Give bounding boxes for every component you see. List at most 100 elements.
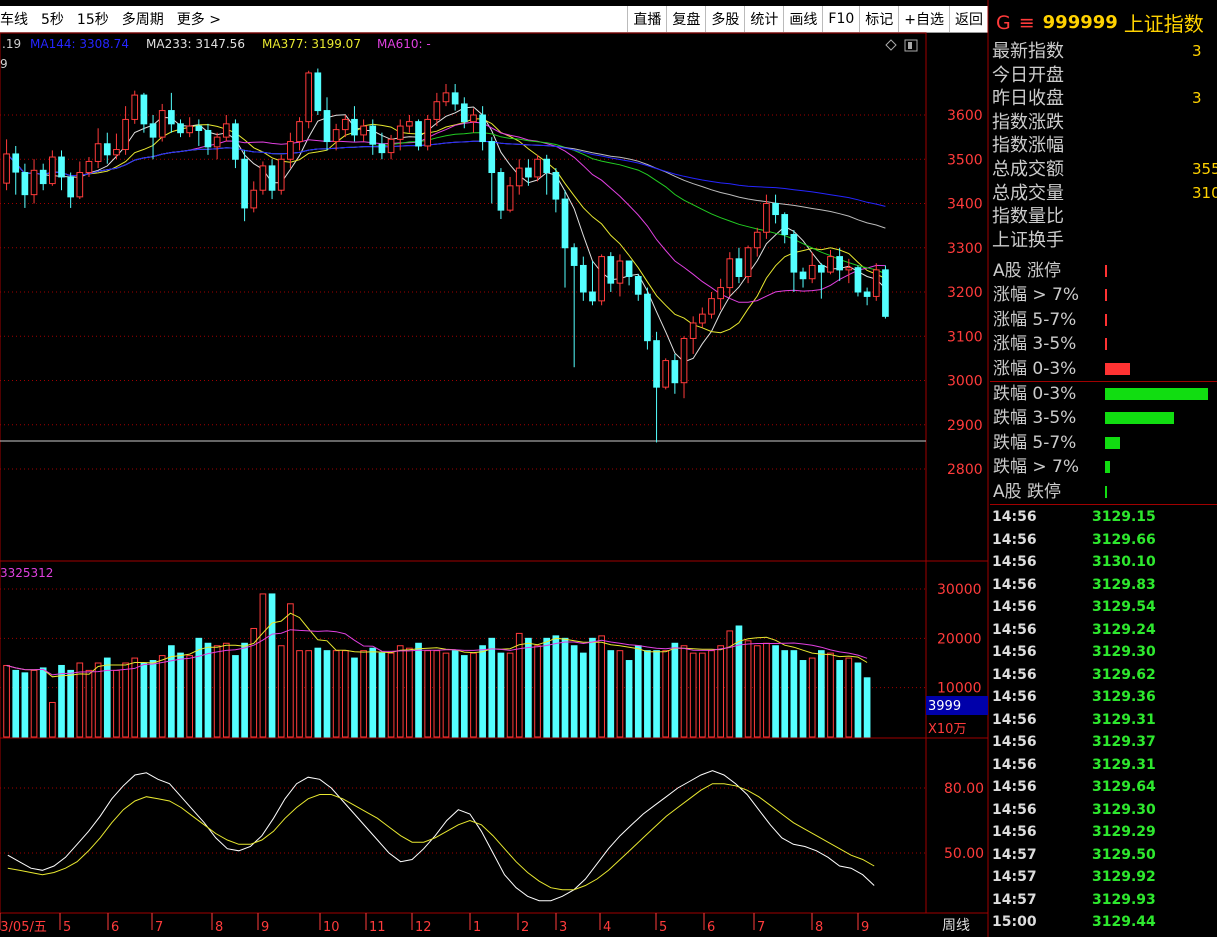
candle-body[interactable] — [863, 291, 871, 297]
candle-body[interactable] — [113, 149, 120, 156]
candle-body[interactable] — [277, 158, 285, 191]
candle-body[interactable] — [460, 103, 468, 123]
candle-body[interactable] — [268, 165, 276, 191]
volume-bar[interactable] — [506, 652, 514, 738]
candle-body[interactable] — [67, 176, 74, 198]
candle-body[interactable] — [222, 123, 230, 138]
volume-bar[interactable] — [39, 667, 47, 738]
candle-body[interactable] — [131, 94, 139, 120]
volume-bar[interactable] — [113, 669, 120, 738]
candle-body[interactable] — [726, 258, 734, 289]
volume-bar[interactable] — [131, 657, 139, 738]
volume-bar[interactable] — [460, 655, 468, 738]
candle-body[interactable] — [158, 110, 166, 138]
distribution-row[interactable]: A股 跌停 — [990, 480, 1217, 504]
candle-body[interactable] — [515, 167, 523, 187]
candle-body[interactable] — [314, 72, 322, 112]
volume-bar[interactable] — [168, 645, 175, 738]
volume-bar[interactable] — [222, 642, 230, 738]
volume-bar[interactable] — [433, 650, 441, 738]
volume-bar[interactable] — [781, 650, 789, 738]
distribution-row[interactable]: 跌幅 > 7% — [990, 455, 1217, 479]
candle-body[interactable] — [680, 337, 688, 384]
volume-bar[interactable] — [314, 647, 322, 738]
volume-bar[interactable] — [268, 593, 276, 738]
volume-bar[interactable] — [470, 652, 477, 738]
candle-body[interactable] — [149, 123, 157, 138]
volume-bar[interactable] — [49, 701, 56, 738]
volume-bar[interactable] — [85, 669, 93, 738]
candle-body[interactable] — [882, 269, 889, 317]
candle-body[interactable] — [799, 271, 807, 280]
candle-body[interactable] — [39, 169, 47, 185]
distribution-row[interactable]: 涨幅 0-3% — [990, 357, 1217, 381]
candle-body[interactable] — [58, 156, 65, 178]
candle-body[interactable] — [396, 125, 404, 140]
candle-body[interactable] — [204, 129, 212, 148]
volume-bar[interactable] — [323, 650, 331, 738]
volume-bar[interactable] — [30, 669, 38, 738]
volume-bar[interactable] — [360, 650, 367, 738]
candle-body[interactable] — [845, 267, 853, 271]
candle-body[interactable] — [698, 313, 706, 324]
volume-bar[interactable] — [67, 669, 74, 738]
volume-bar[interactable] — [744, 640, 752, 738]
candle-body[interactable] — [85, 160, 93, 174]
volume-bar[interactable] — [653, 650, 660, 738]
volume-bar[interactable] — [396, 645, 404, 738]
volume-bar[interactable] — [186, 655, 194, 738]
volume-bar[interactable] — [232, 655, 239, 738]
volume-bar[interactable] — [607, 650, 615, 738]
candle-body[interactable] — [790, 233, 798, 273]
candle-body[interactable] — [241, 158, 248, 209]
candle-body[interactable] — [579, 264, 587, 293]
volume-bar[interactable] — [21, 672, 29, 738]
candle-body[interactable] — [76, 172, 84, 198]
volume-bar[interactable] — [579, 652, 587, 738]
candle-body[interactable] — [296, 121, 303, 143]
volume-bar[interactable] — [818, 650, 825, 738]
volume-bar[interactable] — [479, 645, 486, 738]
volume-bar[interactable] — [552, 635, 560, 738]
volume-bar[interactable] — [497, 652, 505, 738]
volume-bar[interactable] — [378, 652, 386, 738]
volume-bar[interactable] — [836, 660, 843, 738]
volume-bar[interactable] — [543, 637, 551, 738]
candle-body[interactable] — [470, 114, 477, 123]
diamond-icon[interactable] — [885, 39, 897, 51]
volume-bar[interactable] — [634, 645, 642, 738]
volume-bar[interactable] — [799, 660, 807, 738]
candle-body[interactable] — [753, 231, 761, 249]
candle-body[interactable] — [323, 110, 331, 143]
candle-body[interactable] — [442, 92, 450, 103]
distribution-row[interactable]: 跌幅 3-5% — [990, 406, 1217, 430]
candle-body[interactable] — [424, 118, 432, 147]
candle-body[interactable] — [561, 198, 569, 249]
candle-body[interactable] — [506, 185, 514, 211]
candle-body[interactable] — [598, 256, 605, 302]
candle-body[interactable] — [854, 267, 862, 293]
volume-bar[interactable] — [698, 652, 706, 738]
volume-bar[interactable] — [277, 645, 285, 738]
candle-body[interactable] — [49, 156, 56, 185]
distribution-row[interactable]: A股 涨停 — [990, 259, 1217, 283]
candle-body[interactable] — [818, 264, 825, 273]
candle-body[interactable] — [534, 158, 541, 178]
volume-bar[interactable] — [534, 645, 541, 738]
candle-body[interactable] — [689, 322, 697, 339]
candle-body[interactable] — [634, 276, 642, 295]
volume-bar[interactable] — [241, 642, 248, 738]
volume-bar[interactable] — [717, 645, 724, 738]
g-badge[interactable]: G — [996, 12, 1011, 34]
volume-bar[interactable] — [369, 647, 377, 738]
candle-body[interactable] — [827, 256, 834, 273]
candle-body[interactable] — [589, 291, 596, 302]
candle-body[interactable] — [3, 153, 10, 184]
candle-body[interactable] — [213, 136, 221, 148]
volume-bar[interactable] — [158, 655, 166, 738]
candle-body[interactable] — [616, 260, 624, 284]
candle-body[interactable] — [168, 110, 175, 125]
candle-body[interactable] — [103, 143, 111, 156]
candle-body[interactable] — [186, 125, 194, 134]
volume-bar[interactable] — [625, 660, 633, 738]
